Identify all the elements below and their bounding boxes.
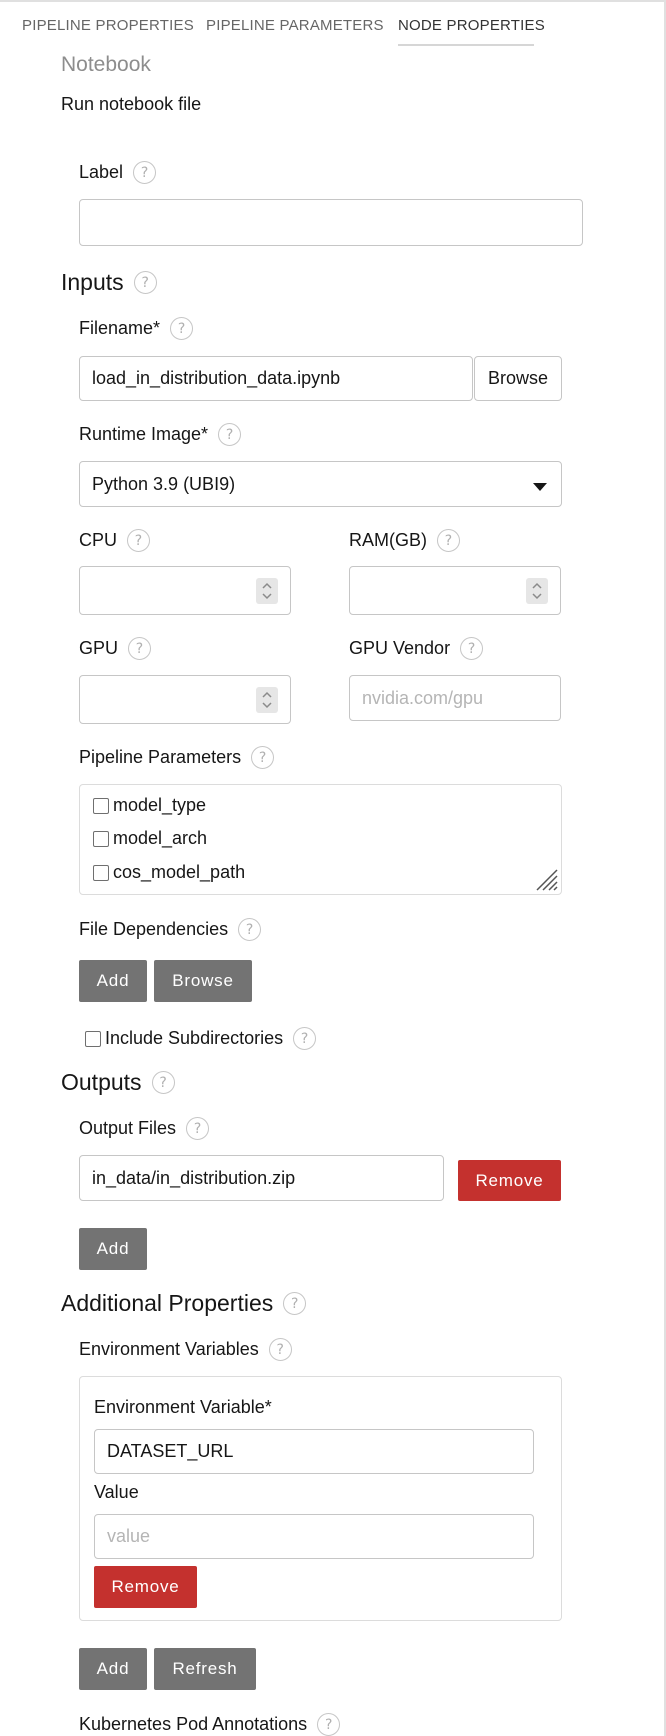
- top-border: [0, 0, 666, 2]
- list-item: model_type: [93, 795, 206, 816]
- gpu-vendor-label-text: GPU Vendor: [349, 638, 451, 658]
- gpu-vendor-label: GPU Vendor ?: [349, 637, 484, 660]
- additional-properties-section-title: Additional Properties ?: [61, 1290, 307, 1317]
- resize-handle-icon[interactable]: [533, 866, 559, 892]
- environment-variables-label: Environment Variables ?: [79, 1338, 292, 1361]
- inputs-section-text: Inputs: [61, 269, 124, 295]
- help-icon[interactable]: ?: [251, 746, 275, 769]
- stepper-icon[interactable]: [256, 578, 278, 604]
- include-subdirectories-checkbox[interactable]: [85, 1030, 101, 1047]
- stepper-icon[interactable]: [526, 578, 548, 604]
- include-subdirectories-row: Include Subdirectories ?: [85, 1027, 317, 1050]
- kubernetes-pod-annotations-label: Kubernetes Pod Annotations ?: [79, 1713, 341, 1736]
- help-icon[interactable]: ?: [293, 1027, 317, 1050]
- ram-input[interactable]: [349, 566, 561, 615]
- help-icon[interactable]: ?: [127, 529, 151, 552]
- help-icon[interactable]: ?: [437, 529, 460, 552]
- include-subdirectories-label: Include Subdirectories: [105, 1028, 284, 1048]
- gpu-input[interactable]: [79, 675, 291, 724]
- node-title: Notebook: [61, 53, 151, 76]
- help-icon[interactable]: ?: [268, 1338, 292, 1361]
- additional-properties-section-text: Additional Properties: [61, 1290, 274, 1316]
- gpu-vendor-input[interactable]: nvidia.com/gpu: [349, 675, 561, 721]
- environment-variable-card: Environment Variable* DATASET_URL Value …: [79, 1376, 562, 1621]
- help-icon[interactable]: ?: [128, 637, 152, 660]
- output-files-add-button[interactable]: Add: [79, 1228, 147, 1270]
- output-file-input[interactable]: in_data/in_distribution.zip: [79, 1155, 444, 1201]
- tab-pipeline-properties[interactable]: PIPELINE PROPERTIES: [22, 17, 194, 34]
- help-icon[interactable]: ?: [133, 161, 157, 184]
- stepper-icon[interactable]: [256, 687, 278, 713]
- filename-input[interactable]: load_in_distribution_data.ipynb: [79, 356, 473, 401]
- pipeline-parameters-list[interactable]: model_type model_arch cos_model_path: [79, 784, 562, 895]
- cpu-input[interactable]: [79, 566, 291, 615]
- label-field-text: Label: [79, 162, 124, 182]
- label-input[interactable]: [79, 199, 583, 246]
- cpu-label: CPU ?: [79, 529, 151, 552]
- environment-variable-value-label: Value: [94, 1482, 139, 1502]
- help-icon[interactable]: ?: [186, 1117, 210, 1140]
- environment-variables-refresh-button[interactable]: Refresh: [154, 1648, 256, 1690]
- tab-node-properties[interactable]: NODE PROPERTIES: [398, 17, 545, 34]
- output-files-label-text: Output Files: [79, 1118, 177, 1138]
- gpu-label: GPU ?: [79, 637, 152, 660]
- file-dependencies-browse-button[interactable]: Browse: [154, 960, 252, 1002]
- inputs-section-title: Inputs ?: [61, 269, 157, 296]
- node-description: Run notebook file: [61, 94, 202, 114]
- help-icon[interactable]: ?: [317, 1713, 341, 1736]
- caret-down-icon: [533, 483, 547, 491]
- runtime-image-value: Python 3.9 (UBI9): [92, 473, 236, 494]
- output-files-label: Output Files ?: [79, 1117, 210, 1140]
- pipeline-parameters-label-text: Pipeline Parameters: [79, 747, 242, 767]
- list-item: model_arch: [93, 828, 207, 849]
- runtime-image-label-text: Runtime Image*: [79, 424, 209, 444]
- list-item: cos_model_path: [93, 862, 245, 883]
- file-dependencies-add-button[interactable]: Add: [79, 960, 147, 1002]
- help-icon[interactable]: ?: [151, 1071, 175, 1094]
- file-dependencies-label-text: File Dependencies: [79, 919, 229, 939]
- environment-variables-add-button[interactable]: Add: [79, 1648, 147, 1690]
- parameter-name: model_type: [113, 795, 207, 815]
- tab-pipeline-parameters[interactable]: PIPELINE PARAMETERS: [206, 17, 384, 34]
- help-icon[interactable]: ?: [238, 918, 262, 941]
- runtime-image-label: Runtime Image* ?: [79, 423, 242, 446]
- outputs-section-title: Outputs ?: [61, 1069, 175, 1096]
- runtime-image-select[interactable]: Python 3.9 (UBI9): [79, 461, 562, 507]
- filename-label: Filename* ?: [79, 317, 194, 340]
- checkbox[interactable]: [93, 797, 109, 814]
- environment-variable-value-input[interactable]: value: [94, 1514, 534, 1559]
- environment-variables-label-text: Environment Variables: [79, 1339, 259, 1359]
- ram-label: RAM(GB) ?: [349, 529, 460, 552]
- parameter-name: cos_model_path: [113, 862, 246, 882]
- active-tab-indicator: [398, 44, 534, 46]
- help-icon[interactable]: ?: [170, 317, 194, 340]
- cpu-label-text: CPU: [79, 530, 118, 550]
- environment-variable-remove-button[interactable]: Remove: [94, 1566, 197, 1608]
- help-icon[interactable]: ?: [133, 271, 157, 294]
- help-icon[interactable]: ?: [218, 423, 242, 446]
- environment-variable-name-input[interactable]: DATASET_URL: [94, 1429, 534, 1474]
- output-file-remove-button[interactable]: Remove: [458, 1160, 561, 1201]
- ram-label-text: RAM(GB): [349, 530, 427, 550]
- file-dependencies-label: File Dependencies ?: [79, 918, 262, 941]
- filename-browse-button[interactable]: Browse: [474, 356, 562, 401]
- filename-label-text: Filename*: [79, 318, 161, 338]
- environment-variable-name-label: Environment Variable*: [94, 1397, 272, 1417]
- gpu-label-text: GPU: [79, 638, 119, 658]
- help-icon[interactable]: ?: [283, 1292, 307, 1315]
- parameter-name: model_arch: [113, 828, 208, 848]
- checkbox[interactable]: [93, 864, 109, 881]
- pipeline-parameters-label: Pipeline Parameters ?: [79, 746, 275, 769]
- help-icon[interactable]: ?: [460, 637, 484, 660]
- label-field-label: Label ?: [79, 161, 157, 184]
- checkbox[interactable]: [93, 830, 109, 847]
- outputs-section-text: Outputs: [61, 1069, 142, 1095]
- kubernetes-pod-annotations-label-text: Kubernetes Pod Annotations: [79, 1714, 308, 1734]
